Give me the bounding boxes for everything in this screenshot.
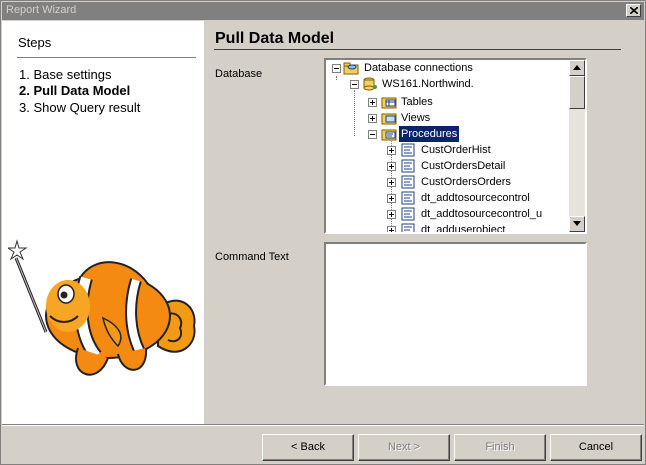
back-button[interactable]: < Back <box>262 434 354 461</box>
tree-label: CustOrderHist <box>421 144 491 156</box>
tree-vertical-scrollbar[interactable] <box>569 60 585 232</box>
steps-pane: Steps 1. Base settings 2. Pull Data Mode… <box>2 21 204 424</box>
database-label: Database <box>215 68 263 80</box>
expand-icon[interactable] <box>368 98 377 107</box>
step-base-settings: 1. Base settings <box>19 67 112 82</box>
command-text-label: Command Text <box>215 251 289 263</box>
collapse-icon[interactable] <box>332 64 341 73</box>
tree-label: Views <box>401 112 431 124</box>
close-button[interactable] <box>626 4 641 17</box>
tree-label: dt_addtosourcecontrol_u <box>421 208 543 220</box>
step-show-query-result: 3. Show Query result <box>19 100 141 115</box>
arrow-down-icon <box>573 221 581 226</box>
cancel-button[interactable]: Cancel <box>550 434 642 461</box>
folder-procedure-icon <box>381 129 397 141</box>
tree-label: Database connections <box>364 62 473 74</box>
clownfish-wizard-mascot <box>8 239 196 376</box>
window-title: Report Wizard <box>6 4 77 16</box>
procedure-icon <box>401 191 415 205</box>
expand-icon[interactable] <box>368 114 377 123</box>
arrow-up-icon <box>573 65 581 70</box>
expand-icon[interactable] <box>387 210 396 219</box>
tree-label: CustOrdersOrders <box>421 176 511 188</box>
procedure-icon <box>401 159 415 173</box>
title-divider <box>214 49 621 50</box>
procedure-icon <box>401 223 415 232</box>
tree-label: CustOrdersDetail <box>421 160 506 172</box>
procedure-icon <box>401 207 415 221</box>
expand-icon[interactable] <box>387 162 396 171</box>
next-button[interactable]: Next > <box>358 434 450 461</box>
database-folder-icon <box>343 62 359 75</box>
step-pull-data-model: 2. Pull Data Model <box>19 83 131 98</box>
button-bar-divider <box>2 424 644 426</box>
close-icon <box>630 7 638 14</box>
tree-connector <box>336 76 337 80</box>
scroll-up-button[interactable] <box>569 60 585 76</box>
collapse-icon[interactable] <box>350 80 359 89</box>
page-title: Pull Data Model <box>215 30 335 47</box>
steps-heading: Steps <box>18 35 52 50</box>
procedure-icon <box>401 143 415 157</box>
procedure-icon <box>401 175 415 189</box>
steps-divider <box>17 57 196 59</box>
finish-button[interactable]: Finish <box>454 434 546 461</box>
report-wizard-window: Report Wizard Steps 1. Base settings 2. … <box>0 0 646 465</box>
scroll-thumb[interactable] <box>569 76 585 109</box>
tree-label-selected: Procedures <box>397 125 461 143</box>
folder-table-icon <box>381 97 397 109</box>
scroll-down-button[interactable] <box>569 216 585 232</box>
title-bar: Report Wizard <box>2 2 644 20</box>
command-text-input[interactable] <box>324 242 587 386</box>
folder-view-icon <box>381 113 397 125</box>
tree-label: Tables <box>401 96 433 108</box>
tree-content: Database connections WS161.Northwind. Ta… <box>326 60 571 232</box>
tree-label: dt_addtosourcecontrol <box>421 192 530 204</box>
tree-label: WS161.Northwind. <box>382 78 474 90</box>
expand-icon[interactable] <box>387 194 396 203</box>
database-connection-icon <box>363 77 377 91</box>
expand-icon[interactable] <box>387 226 396 232</box>
collapse-icon[interactable] <box>368 130 377 139</box>
expand-icon[interactable] <box>387 146 396 155</box>
database-tree[interactable]: Database connections WS161.Northwind. Ta… <box>324 58 587 234</box>
tree-label: dt_adduserobject <box>421 224 506 234</box>
expand-icon[interactable] <box>387 178 396 187</box>
tree-connector <box>354 90 355 136</box>
